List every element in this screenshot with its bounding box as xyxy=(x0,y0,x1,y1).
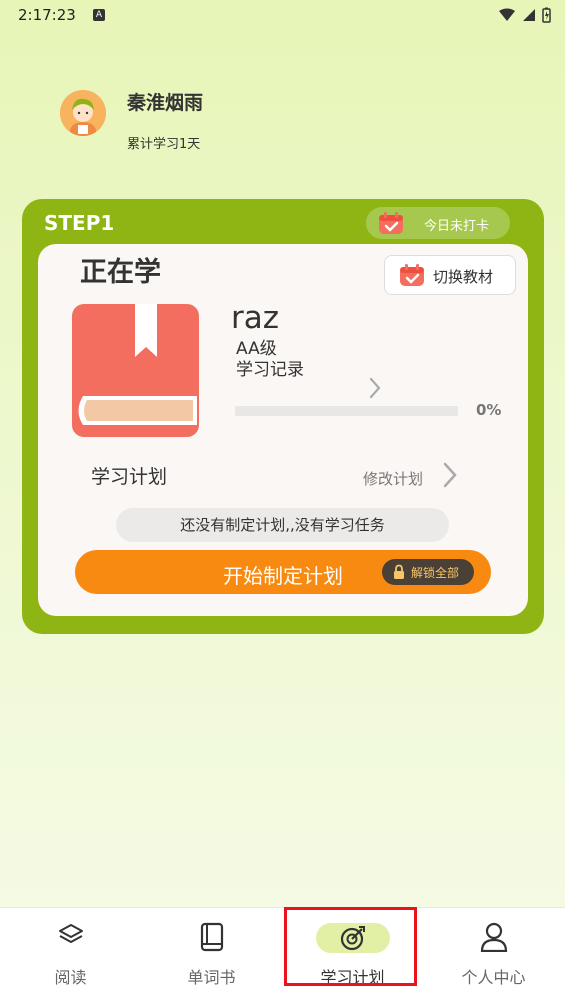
step-label: STEP1 xyxy=(44,211,115,235)
signal-icon xyxy=(523,9,535,21)
notification-badge: A xyxy=(93,9,105,21)
empty-plan-message: 还没有制定计划,,没有学习任务 xyxy=(116,508,449,542)
username: 秦淮烟雨 xyxy=(127,92,204,114)
study-plan-label: 学习计划 xyxy=(91,466,168,488)
tab-wordbook[interactable]: 单词书 xyxy=(141,908,282,1005)
current-title: 正在学 xyxy=(80,257,161,288)
book-cover-icon[interactable] xyxy=(71,303,201,438)
battery-icon xyxy=(542,7,551,23)
progress-bar xyxy=(235,406,458,416)
avatar-image xyxy=(60,90,106,136)
checkin-status[interactable]: 今日未打卡 xyxy=(366,207,510,239)
checkin-text: 今日未打卡 xyxy=(424,219,490,234)
person-icon xyxy=(480,922,508,952)
status-time: 2:17:23 xyxy=(18,6,76,24)
status-bar: 2:17:23 A xyxy=(0,0,565,32)
tab-profile[interactable]: 个人中心 xyxy=(423,908,565,1005)
study-record-link[interactable]: 学习记录 xyxy=(236,355,304,380)
switch-textbook-label: 切换教材 xyxy=(433,268,494,286)
tab-wordbook-label: 单词书 xyxy=(187,968,236,987)
chevron-right-icon[interactable] xyxy=(442,461,458,489)
tab-reading[interactable]: 阅读 xyxy=(0,908,141,1005)
book-name: raz xyxy=(231,300,280,336)
system-icons xyxy=(498,7,551,23)
unlock-all-badge[interactable]: 解锁全部 xyxy=(382,559,474,585)
calendar-check-icon xyxy=(379,212,403,234)
switch-textbook-button[interactable]: 切换教材 xyxy=(384,255,516,295)
avatar[interactable] xyxy=(60,90,106,136)
study-days: 累计学习1天 xyxy=(127,137,201,152)
progress-percent: 0% xyxy=(476,401,502,419)
chevron-right-icon[interactable] xyxy=(368,376,382,400)
modify-plan-link[interactable]: 修改计划 xyxy=(363,468,423,489)
calendar-check-icon xyxy=(400,264,424,286)
tab-profile-label: 个人中心 xyxy=(461,968,526,987)
tab-reading-label: 阅读 xyxy=(54,968,87,987)
current-book-panel: 正在学 切换教材 raz AA级 学习记录 0% 学习计划 修改计划 还没有制定… xyxy=(38,244,528,616)
layers-icon xyxy=(58,924,83,943)
book-icon xyxy=(200,922,223,952)
study-card: STEP1 今日未打卡 正在学 切换教材 raz AA级 学习记录 0% 学习计… xyxy=(22,199,544,634)
wifi-icon xyxy=(499,8,515,21)
lock-icon xyxy=(394,564,404,579)
unlock-all-label: 解锁全部 xyxy=(411,566,460,580)
start-plan-button[interactable]: 开始制定计划 解锁全部 xyxy=(75,550,491,594)
bottom-tab-bar: 阅读 单词书 学习计划 个人中心 xyxy=(0,907,565,1005)
highlight-box xyxy=(284,907,417,986)
